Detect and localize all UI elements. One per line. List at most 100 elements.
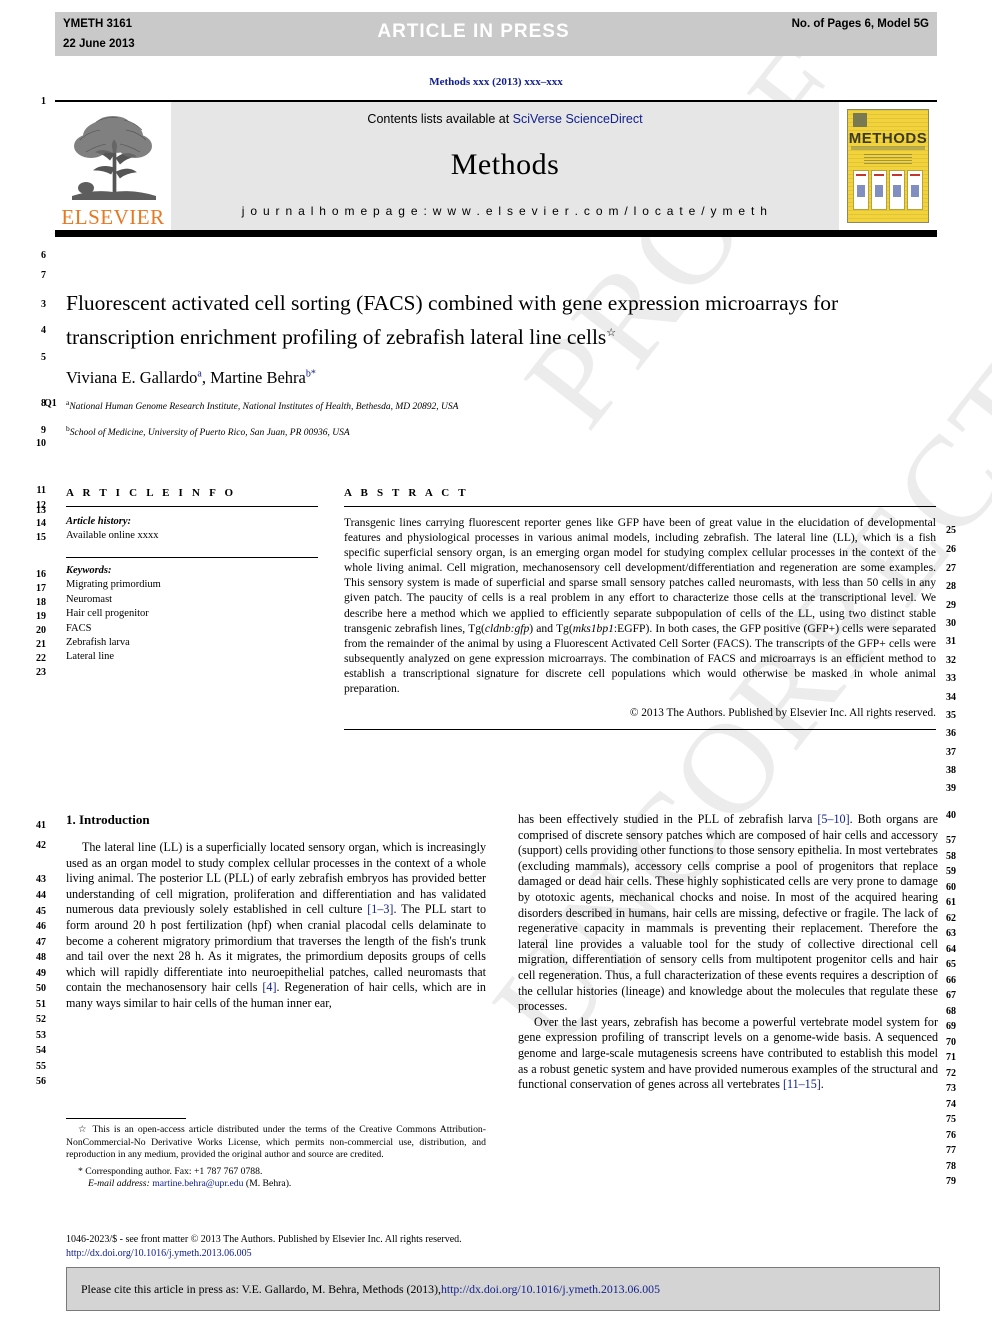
line-number-16: 16 [36,569,46,580]
intro-right-text-b: . Both organs are comprised of discrete … [518,812,938,1014]
footnote-corresponding-text: Corresponding author. Fax: +1 787 767 07… [85,1165,263,1177]
title-footnote-marker[interactable]: ☆ [606,327,616,339]
intro-paragraph-left: The lateral line (LL) is a superficially… [66,840,486,1012]
affiliation-1: aNational Human Genome Research Institut… [66,396,896,414]
line-number-54: 54 [36,1045,46,1056]
abstract-rule-bottom [344,729,936,731]
line-number-47: 47 [36,937,46,948]
line-number-46: 46 [36,921,46,932]
keywords-label: Keywords: [66,565,112,577]
cover-figure-panels [853,170,923,210]
line-number-69: 69 [946,1021,956,1032]
line-number-71: 71 [946,1052,956,1063]
author-email-link[interactable]: martine.behra@upr.edu [152,1178,243,1189]
intro-right-text-d: . [820,1077,824,1092]
line-number-34: 34 [946,692,956,703]
email-address-label: E-mail address: [88,1178,150,1190]
line-number-25: 25 [946,525,956,536]
footnote-asterisk-marker: * [78,1165,83,1177]
citation-ref-4[interactable]: [4] [262,980,276,994]
citation-ref-11-15[interactable]: [11–15] [783,1077,821,1091]
author-2-name[interactable]: Martine Behra [210,368,306,387]
footnotes-block: ☆ This is an open-access article distrib… [66,1118,486,1191]
banner-journal-meta: YMETH 3161 22 June 2013 [55,12,233,56]
line-number-10: 10 [36,438,46,449]
citation-ref-5-10[interactable]: [5–10] [817,812,849,826]
cover-subtitle-bar [851,146,925,150]
cite-this-article-box: Please cite this article in press as: V.… [66,1267,940,1311]
article-info-heading: A R T I C L E I N F O [66,487,237,499]
body-column-right: has been effectively studied in the PLL … [518,812,938,1093]
line-number-9: 9 [41,425,46,436]
line-number-7: 7 [41,270,46,281]
intro-right-text-c: Over the last years, zebrafish has becom… [518,1014,938,1092]
journal-masthead: ELSEVIER Contents lists available at Sci… [55,100,937,237]
line-number-19: 19 [36,611,46,622]
line-number-66: 66 [946,975,956,986]
line-number-68: 68 [946,1006,956,1017]
line-number-14: 14 [36,518,46,529]
line-number-1: 1 [41,96,46,107]
paper-title-text: Fluorescent activated cell sorting (FACS… [66,291,839,350]
line-number-27: 27 [946,563,956,574]
journal-title: Methods [450,148,560,181]
cover-text-block [864,154,912,164]
abstract-column: A B S T R A C T Transgenic lines carryin… [344,487,936,731]
citation-ref-1-3[interactable]: [1–3] [367,902,393,916]
line-number-26: 26 [946,544,956,555]
article-history-label: Article history: [66,516,132,527]
intro-right-text-a: has been effectively studied in the PLL … [518,812,818,826]
abstract-part-1: Transgenic lines carrying fluorescent re… [344,516,936,635]
line-number-65: 65 [946,959,956,970]
line-number-23: 23 [36,667,46,678]
masthead-center-panel: Contents lists available at SciVerse Sci… [171,102,839,230]
line-number-75: 75 [946,1114,956,1125]
journal-homepage-line[interactable]: j o u r n a l h o m e p a g e : w w w . … [242,204,769,218]
keyword-item: Migrating primordium [66,579,161,591]
author-1-affil-marker[interactable]: a [197,369,201,380]
line-number-20: 20 [36,625,46,636]
abstract-rule-top [344,506,936,507]
article-info-column: A R T I C L E I N F O Article history: A… [66,487,318,730]
affiliation-1-text: National Human Genome Research Institute… [69,402,459,413]
line-number-13: 13 [36,505,46,516]
line-number-78: 78 [946,1161,956,1172]
query-flag-q1[interactable]: Q1 [44,398,57,409]
abstract-heading: A B S T R A C T [344,487,469,499]
article-info-rule-1 [66,506,318,507]
running-head: Methods xxx (2013) xxx–xxx [429,76,563,88]
line-number-37: 37 [946,747,956,758]
keyword-item: FACS [66,622,92,634]
affiliation-2: bSchool of Medicine, University of Puert… [66,422,896,440]
line-number-52: 52 [36,1014,46,1025]
abstract-part-2: ) and Tg( [529,621,573,635]
line-number-58: 58 [946,851,956,862]
line-number-5: 5 [41,352,46,363]
line-number-8: 8 [41,398,46,409]
page-title: Fluorescent activated cell sorting (FACS… [66,288,896,352]
line-number-42: 42 [36,840,46,851]
keyword-item: Zebrafish larva [66,637,130,649]
intro-paragraph-right-2: Over the last years, zebrafish has becom… [518,1015,938,1093]
line-number-41: 41 [36,820,46,831]
footnote-open-access-text: This is an open-access article distribut… [66,1124,487,1161]
line-number-53: 53 [36,1030,46,1041]
elsevier-logo: ELSEVIER [55,102,171,230]
line-number-49: 49 [36,968,46,979]
journal-code: YMETH 3161 [63,18,133,30]
line-number-39: 39 [946,783,956,794]
corresponding-author-marker[interactable]: * [311,369,316,380]
intro-paragraph-right-1: has been effectively studied in the PLL … [518,812,938,1015]
keyword-item: Hair cell progenitor [66,608,149,620]
article-doi-link[interactable]: http://dx.doi.org/10.1016/j.ymeth.2013.0… [66,1247,938,1261]
line-number-15: 15 [36,532,46,543]
cite-doi-link[interactable]: http://dx.doi.org/10.1016/j.ymeth.2013.0… [441,1282,660,1297]
author-1-name[interactable]: Viviana E. Gallardo [66,368,197,387]
abstract-body: Transgenic lines carrying fluorescent re… [344,515,936,696]
issn-front-matter: 1046-2023/$ - see front matter © 2013 Th… [66,1234,462,1245]
author-list: Viviana E. Gallardoa, Martine Behrab* [66,368,316,388]
contents-prefix: Contents lists available at [367,112,513,126]
sciencedirect-link[interactable]: SciVerse ScienceDirect [513,112,643,126]
keyword-item: Neuromast [66,593,113,605]
section-heading-introduction: 1. Introduction [66,812,150,827]
